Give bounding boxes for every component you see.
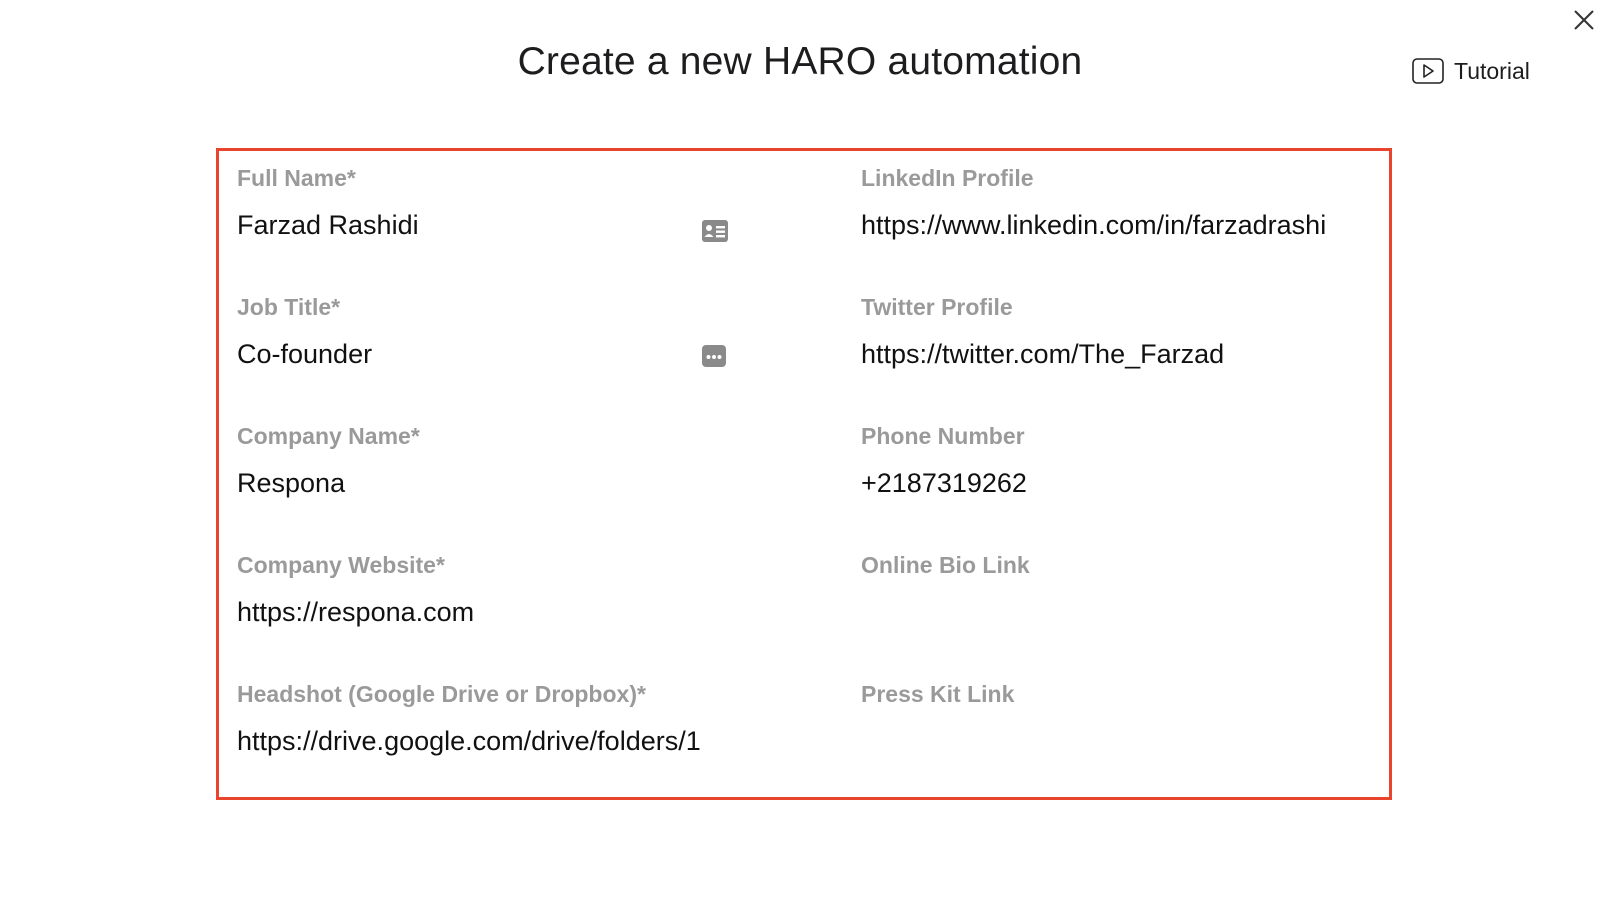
haro-automation-dialog: Create a new HARO automation Tutorial Fu…	[0, 0, 1600, 898]
bio-link-input[interactable]	[861, 594, 1369, 630]
company-name-input[interactable]	[237, 465, 717, 501]
press-kit-field: Press Kit Link	[861, 679, 1369, 759]
phone-field: Phone Number	[861, 421, 1369, 501]
bio-link-label: Online Bio Link	[861, 552, 1030, 578]
twitter-field: Twitter Profile	[861, 292, 1369, 372]
contact-card-icon[interactable]	[701, 219, 729, 243]
company-website-input[interactable]	[237, 594, 717, 630]
linkedin-label: LinkedIn Profile	[861, 165, 1034, 191]
press-kit-label: Press Kit Link	[861, 681, 1015, 707]
twitter-label: Twitter Profile	[861, 294, 1013, 320]
full-name-label: Full Name*	[237, 165, 356, 191]
company-name-field: Company Name*	[237, 421, 797, 501]
job-title-label: Job Title*	[237, 294, 341, 320]
phone-input[interactable]	[861, 465, 1369, 501]
job-title-input[interactable]	[237, 336, 717, 372]
company-website-field: Company Website*	[237, 550, 797, 630]
headshot-label: Headshot (Google Drive or Dropbox)*	[237, 681, 646, 707]
tutorial-button[interactable]: Tutorial	[1412, 55, 1530, 87]
linkedin-input[interactable]	[861, 207, 1369, 243]
phone-label: Phone Number	[861, 423, 1025, 449]
press-kit-input[interactable]	[861, 723, 1369, 759]
company-website-label: Company Website*	[237, 552, 445, 578]
bio-link-field: Online Bio Link	[861, 550, 1369, 630]
play-icon	[1412, 58, 1444, 84]
company-name-label: Company Name*	[237, 423, 420, 449]
page-title: Create a new HARO automation	[517, 40, 1083, 83]
twitter-input[interactable]	[861, 336, 1369, 372]
headshot-field: Headshot (Google Drive or Dropbox)*	[237, 679, 797, 759]
headshot-input[interactable]	[237, 723, 757, 759]
close-icon[interactable]	[1572, 8, 1596, 32]
full-name-input[interactable]	[237, 207, 717, 243]
tutorial-label: Tutorial	[1454, 57, 1530, 84]
more-options-icon[interactable]	[701, 344, 729, 368]
linkedin-field: LinkedIn Profile	[861, 163, 1369, 243]
